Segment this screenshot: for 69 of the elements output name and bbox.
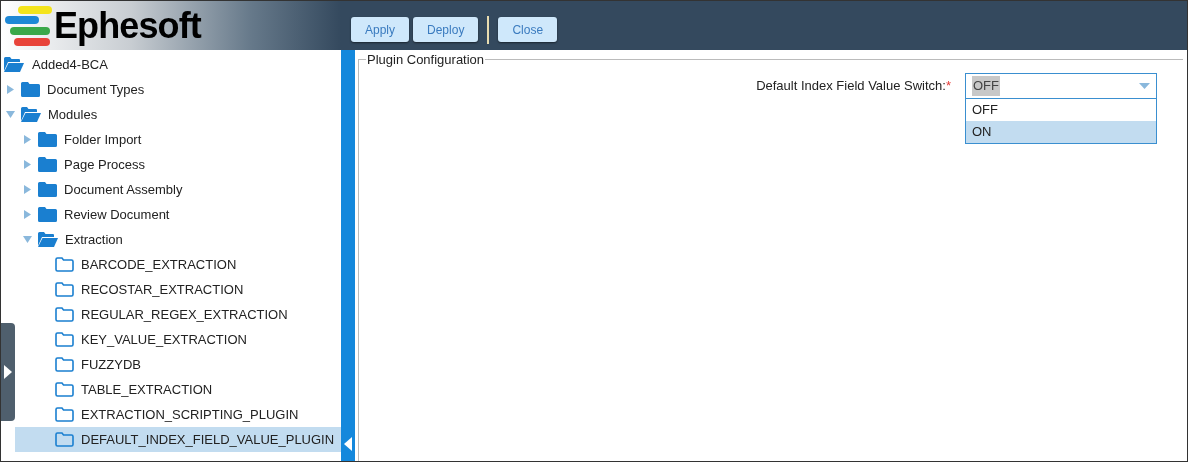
tree-label: Review Document xyxy=(63,205,170,224)
required-mark: * xyxy=(945,78,951,93)
collapsed-arrow-icon[interactable] xyxy=(23,185,32,194)
field-label: Default Index Field Value Switch: xyxy=(756,78,946,93)
folder-icon xyxy=(55,357,74,372)
dropdown-arrow-icon xyxy=(1139,83,1150,89)
folder-icon xyxy=(38,182,57,197)
tree-item[interactable]: FUZZYDB xyxy=(15,352,341,377)
tree-item[interactable]: RECOSTAR_EXTRACTION xyxy=(15,277,341,302)
collapsed-arrow-icon[interactable] xyxy=(23,210,32,219)
tree-item[interactable]: BARCODE_EXTRACTION xyxy=(15,252,341,277)
tree-label: TABLE_EXTRACTION xyxy=(80,380,213,399)
folder-icon xyxy=(55,257,74,272)
tree-item[interactable]: Document Assembly xyxy=(15,177,341,202)
tree-label: Document Types xyxy=(46,80,145,99)
expand-arrow-icon[interactable] xyxy=(4,365,12,379)
tree-label: REGULAR_REGEX_EXTRACTION xyxy=(80,305,288,324)
tree-label: Extraction xyxy=(64,230,123,249)
open-folder-icon xyxy=(38,232,58,247)
tree-item[interactable]: TABLE_EXTRACTION xyxy=(15,377,341,402)
dropdown-option[interactable]: ON xyxy=(966,121,1156,143)
logo-text: Ephesoft xyxy=(54,7,201,44)
tree-item[interactable]: Modules xyxy=(1,102,341,127)
folder-icon xyxy=(21,82,40,97)
tree-label: BARCODE_EXTRACTION xyxy=(80,255,237,274)
tree-label: Added4-BCA xyxy=(31,55,108,74)
toolbar-button[interactable]: Apply xyxy=(351,17,410,42)
collapsed-arrow-icon[interactable] xyxy=(6,85,15,94)
toolbar-button[interactable]: Close xyxy=(498,17,558,42)
folder-icon xyxy=(55,332,74,347)
tree-item[interactable]: Added4-BCA xyxy=(1,52,341,77)
tree-label: FUZZYDB xyxy=(80,355,141,374)
tree-item[interactable]: DEFAULT_INDEX_FIELD_VALUE_PLUGIN xyxy=(15,427,341,452)
folder-icon xyxy=(55,282,74,297)
tree-label: Document Assembly xyxy=(63,180,183,199)
folder-icon xyxy=(55,407,74,422)
folder-icon xyxy=(55,382,74,397)
tree-item[interactable]: KEY_VALUE_EXTRACTION xyxy=(15,327,341,352)
tree-item[interactable]: Extraction xyxy=(15,227,341,252)
tree-item[interactable]: Document Types xyxy=(1,77,341,102)
folder-icon xyxy=(38,132,57,147)
open-folder-icon xyxy=(21,107,41,122)
tree-label: Folder Import xyxy=(63,130,142,149)
side-panel-tab[interactable] xyxy=(1,323,15,421)
expanded-arrow-icon[interactable] xyxy=(6,110,15,119)
tree-label: EXTRACTION_SCRIPTING_PLUGIN xyxy=(80,405,299,424)
tree-label: Modules xyxy=(47,105,98,124)
tree-item[interactable]: Review Document xyxy=(15,202,341,227)
tree-item[interactable]: Folder Import xyxy=(15,127,341,152)
collapsed-arrow-icon[interactable] xyxy=(23,135,32,144)
selected-value: OFF xyxy=(972,76,1000,96)
folder-icon xyxy=(55,432,74,447)
folder-icon xyxy=(38,207,57,222)
tree-label: Page Process xyxy=(63,155,145,174)
tree-item[interactable]: EXTRACTION_SCRIPTING_PLUGIN xyxy=(15,402,341,427)
dropdown-field[interactable]: OFF xyxy=(965,73,1157,99)
toolbar-button[interactable]: Deploy xyxy=(413,17,479,42)
open-folder-icon xyxy=(4,57,24,72)
expanded-arrow-icon[interactable] xyxy=(23,235,32,244)
tree-label: KEY_VALUE_EXTRACTION xyxy=(80,330,247,349)
collapsed-arrow-icon[interactable] xyxy=(23,160,32,169)
tree-item[interactable]: Page Process xyxy=(15,152,341,177)
folder-icon xyxy=(38,157,57,172)
logo-icon xyxy=(4,3,52,48)
collapse-arrow-icon[interactable] xyxy=(344,437,352,451)
tree-label: RECOSTAR_EXTRACTION xyxy=(80,280,244,299)
tree-label: DEFAULT_INDEX_FIELD_VALUE_PLUGIN xyxy=(80,430,335,449)
folder-icon xyxy=(55,307,74,322)
tree-item[interactable]: REGULAR_REGEX_EXTRACTION xyxy=(15,302,341,327)
